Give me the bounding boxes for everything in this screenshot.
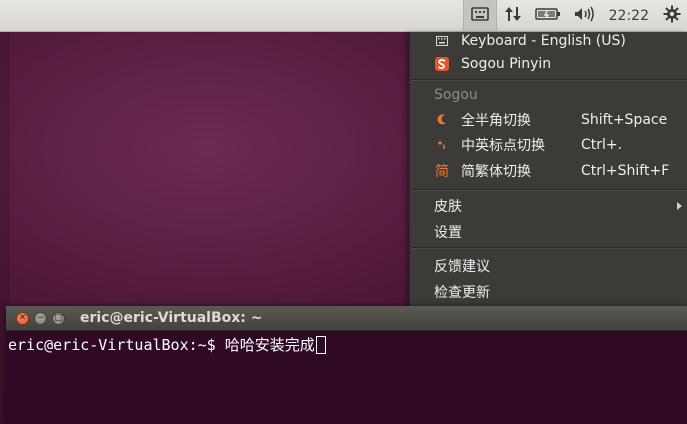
menu-item-shortcut: Ctrl+Shift+F: [581, 163, 670, 179]
menu-section-header: Sogou: [410, 83, 687, 107]
terminal-line: eric@eric-VirtualBox:~$ 哈哈安装完成: [8, 334, 326, 355]
menu-item-shortcut: Shift+Space: [581, 112, 668, 128]
menu-item-label: 检查更新: [434, 285, 490, 301]
terminal-window: ✕ − □ eric@eric-VirtualBox: ~ eric@eric-…: [6, 306, 687, 424]
menu-item-label: 反馈建议: [434, 259, 490, 275]
top-panel: 22:22: [0, 0, 687, 32]
minimize-icon: −: [36, 313, 45, 323]
simplified-char-icon: 简: [435, 164, 449, 180]
keyboard-icon: [434, 33, 450, 49]
sogou-logo-icon: [434, 56, 450, 72]
menu-item-fullwidth-toggle[interactable]: 全半角切换 Shift+Space: [410, 108, 687, 132]
menu-item-skin[interactable]: 皮肤: [410, 194, 687, 218]
menu-item-simplified-traditional-toggle[interactable]: 简 简繁体切换 Ctrl+Shift+F: [410, 159, 687, 183]
minimize-button[interactable]: −: [34, 312, 47, 325]
volume-icon: [573, 6, 595, 26]
menu-separator: [411, 79, 687, 81]
terminal-title: eric@eric-VirtualBox: ~: [80, 310, 263, 326]
text-cursor: [315, 335, 326, 354]
maximize-button[interactable]: □: [52, 312, 65, 325]
terminal-content[interactable]: eric@eric-VirtualBox:~$ 哈哈安装完成: [6, 331, 687, 424]
keyboard-indicator-menu: Keyboard - English (US) Sogou Pinyin Sog…: [409, 32, 687, 330]
menu-item-label: 皮肤: [434, 199, 462, 215]
shell-prompt: eric@eric-VirtualBox:~$: [8, 335, 225, 354]
gear-icon: [663, 5, 681, 27]
menu-item-label: 简繁体切换: [461, 164, 531, 180]
volume-indicator[interactable]: [567, 0, 601, 31]
menu-item-feedback[interactable]: 反馈建议: [410, 254, 687, 278]
battery-icon: [534, 6, 561, 25]
keyboard-icon: [470, 6, 490, 26]
menu-separator: [411, 189, 687, 191]
terminal-titlebar[interactable]: ✕ − □ eric@eric-VirtualBox: ~: [6, 306, 687, 331]
menu-item-label: 中英标点切换: [461, 138, 545, 154]
menu-separator: [411, 247, 687, 249]
menu-item-check-update[interactable]: 检查更新: [410, 280, 687, 304]
battery-indicator[interactable]: [529, 0, 567, 31]
menu-item-label: 全半角切换: [461, 113, 531, 129]
menu-item-label: 设置: [434, 225, 462, 241]
menu-item-keyboard-english[interactable]: Keyboard - English (US): [410, 29, 687, 53]
close-button[interactable]: ✕: [16, 312, 29, 325]
menu-item-sogou-pinyin[interactable]: Sogou Pinyin: [410, 52, 687, 76]
network-arrows-icon: [503, 5, 523, 27]
submenu-arrow-icon: [677, 202, 682, 210]
maximize-icon: □: [54, 313, 63, 323]
network-indicator[interactable]: [497, 0, 529, 31]
menu-item-punctuation-toggle[interactable]: 中英标点切换 Ctrl+.: [410, 133, 687, 157]
clock[interactable]: 22:22: [601, 0, 657, 31]
close-icon: ✕: [18, 313, 27, 323]
session-menu[interactable]: [657, 0, 687, 31]
menu-item-settings[interactable]: 设置: [410, 220, 687, 244]
half-moon-icon: [434, 112, 450, 128]
keyboard-indicator[interactable]: [462, 0, 497, 31]
indicator-tray: 22:22: [462, 0, 687, 31]
menu-item-label: Keyboard - English (US): [461, 33, 626, 49]
section-header-label: Sogou: [434, 87, 478, 103]
punctuation-icon: [434, 137, 450, 153]
menu-item-label: Sogou Pinyin: [461, 56, 552, 72]
menu-item-shortcut: Ctrl+.: [581, 137, 623, 153]
terminal-input-text: 哈哈安装完成: [224, 336, 315, 354]
